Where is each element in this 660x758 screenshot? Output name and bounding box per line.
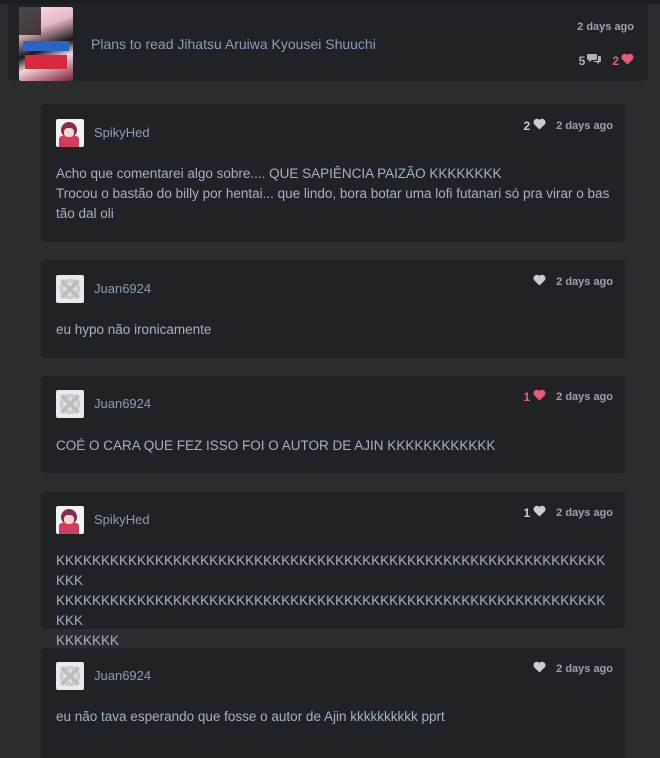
reply-meta: 2 days ago xyxy=(530,274,613,289)
avatar[interactable] xyxy=(56,506,84,534)
reply-username[interactable]: Juan6924 xyxy=(94,281,151,296)
reply-card: Juan6924 1 2 days ago COÉ O CARA QUE FEZ… xyxy=(41,376,625,473)
avatar[interactable] xyxy=(56,275,84,303)
heart-icon[interactable] xyxy=(533,118,546,133)
activity-status-text[interactable]: Plans to read Jihatsu Aruiwa Kyousei Shu… xyxy=(91,36,376,52)
reply-card: Juan6924 2 days ago eu não tava esperand… xyxy=(41,648,625,758)
reply-timestamp: 2 days ago xyxy=(556,275,613,288)
reply-text-line: Trocou o bastão do billy por hentai... q… xyxy=(56,186,610,221)
heart-icon[interactable] xyxy=(533,389,546,404)
reply-username[interactable]: SpikyHed xyxy=(94,512,150,527)
reply-body: eu não tava esperando que fosse o autor … xyxy=(56,707,610,727)
avatar[interactable] xyxy=(56,119,84,147)
media-cover-image[interactable] xyxy=(19,7,73,81)
heart-icon[interactable] xyxy=(533,274,546,289)
heart-icon[interactable] xyxy=(533,505,546,520)
reply-body: eu hypo não ironicamente xyxy=(56,320,610,340)
avatar[interactable] xyxy=(56,390,84,418)
reply-card: Juan6924 2 days ago eu hypo não ironicam… xyxy=(41,260,625,358)
reply-username[interactable]: Juan6924 xyxy=(94,396,151,411)
reply-card: SpikyHed 2 2 days ago Acho que comentare… xyxy=(41,104,625,242)
reply-like-count: 1 xyxy=(523,505,531,520)
heart-icon[interactable] xyxy=(621,53,634,68)
like-count: 2 xyxy=(612,53,619,68)
reply-card: SpikyHed 1 2 days ago KKKKKKKKKKKKKKKKKK… xyxy=(41,492,625,648)
reply-count: 5 xyxy=(578,53,586,68)
reply-meta: 1 2 days ago xyxy=(523,505,613,520)
reply-body: Acho que comentarei algo sobre.... QUE S… xyxy=(56,164,610,224)
reply-username[interactable]: Juan6924 xyxy=(94,668,151,683)
reply-timestamp: 2 days ago xyxy=(556,506,613,519)
reply-text-line: eu hypo não ironicamente xyxy=(56,322,212,337)
reply-text-line: eu não tava esperando que fosse o autor … xyxy=(56,709,445,724)
activity-actions: 5 2 xyxy=(579,53,634,68)
reply-meta: 2 days ago xyxy=(530,661,613,676)
activity-entry: Plans to read Jihatsu Aruiwa Kyousei Shu… xyxy=(8,4,648,81)
reply-username[interactable]: SpikyHed xyxy=(94,125,150,140)
reply-text-line: Acho que comentarei algo sobre.... QUE S… xyxy=(56,166,502,181)
reply-meta: 1 2 days ago xyxy=(523,389,613,404)
reply-text-line: KKKKKKKKKKKKKKKKKKKKKKKKKKKKKKKKKKKKKKKK… xyxy=(56,553,606,588)
reply-like-count: 1 xyxy=(523,389,531,404)
reply-icon[interactable] xyxy=(587,53,602,68)
heart-icon[interactable] xyxy=(533,661,546,676)
reply-text-line: COÉ O CARA QUE FEZ ISSO FOI O AUTOR DE A… xyxy=(56,438,496,453)
reply-body: KKKKKKKKKKKKKKKKKKKKKKKKKKKKKKKKKKKKKKKK… xyxy=(56,551,610,651)
reply-timestamp: 2 days ago xyxy=(556,662,613,675)
reply-timestamp: 2 days ago xyxy=(556,119,613,132)
activity-timestamp: 2 days ago xyxy=(577,21,634,33)
reply-like-count: 2 xyxy=(523,118,531,133)
reply-text-line: KKKKKKKKKKKKKKKKKKKKKKKKKKKKKKKKKKKKKKKK… xyxy=(56,593,606,628)
reply-meta: 2 2 days ago xyxy=(523,118,613,133)
reply-body: COÉ O CARA QUE FEZ ISSO FOI O AUTOR DE A… xyxy=(56,436,610,456)
reply-timestamp: 2 days ago xyxy=(556,390,613,403)
avatar[interactable] xyxy=(56,662,84,690)
